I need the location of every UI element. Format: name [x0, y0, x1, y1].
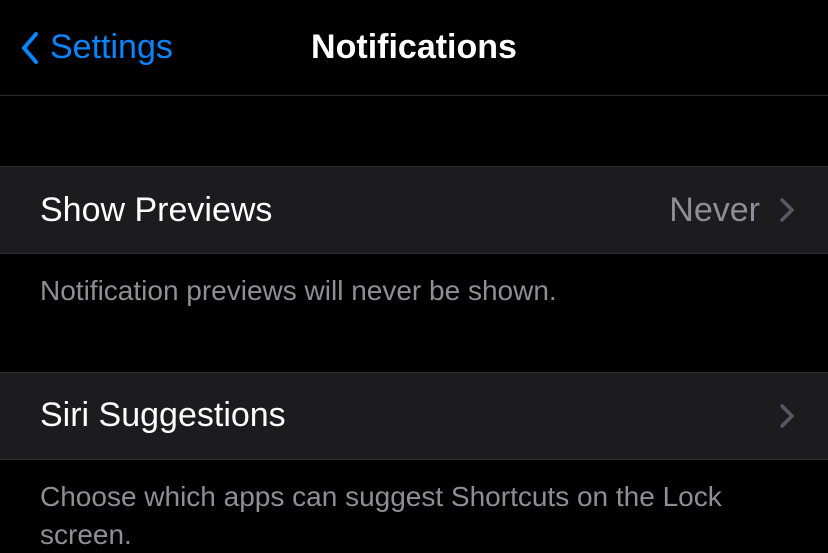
show-previews-label: Show Previews [40, 191, 669, 230]
back-label: Settings [50, 28, 173, 67]
show-previews-value: Never [669, 191, 760, 230]
show-previews-footer: Notification previews will never be show… [0, 254, 828, 310]
section-gap [0, 310, 828, 372]
section-spacer [0, 96, 828, 166]
chevron-right-icon [778, 402, 796, 430]
nav-header: Settings Notifications [0, 0, 828, 96]
show-previews-row[interactable]: Show Previews Never [0, 166, 828, 254]
siri-suggestions-footer: Choose which apps can suggest Shortcuts … [0, 460, 828, 553]
siri-suggestions-label: Siri Suggestions [40, 396, 778, 435]
chevron-left-icon [18, 28, 42, 68]
chevron-right-icon [778, 196, 796, 224]
siri-suggestions-row[interactable]: Siri Suggestions [0, 372, 828, 460]
page-title: Notifications [311, 28, 517, 67]
back-button[interactable]: Settings [0, 28, 173, 68]
